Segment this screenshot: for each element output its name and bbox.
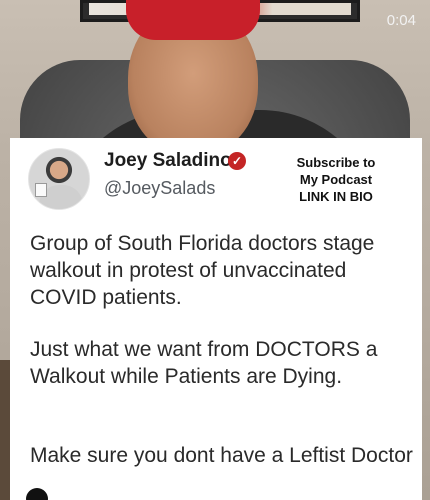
avatar[interactable] [28, 148, 90, 210]
tweet-card: Joey Saladino ✓ @JoeySalads Subscribe to… [10, 138, 422, 500]
verified-icon: ✓ [228, 152, 246, 170]
tweet-paragraph: Group of South Florida doctors stage wal… [30, 232, 375, 309]
promo-line-2: My Podcast [299, 172, 373, 187]
podcast-promo: Subscribe to My Podcast LINK IN BIO [280, 154, 392, 205]
author-handle[interactable]: @JoeySalads [104, 178, 215, 199]
background-edge [0, 360, 10, 500]
author-name[interactable]: Joey Saladino [104, 150, 232, 172]
video-timestamp: 0:04 [386, 12, 416, 29]
tweet-paragraph: Make sure you dont have a Leftist Doctor [30, 444, 413, 467]
avatar-mug [35, 183, 47, 197]
promo-line-3: LINK IN BIO [299, 189, 373, 204]
red-cap [126, 0, 260, 40]
tweet-paragraph: Just what we want from DOCTORS a Walkout… [30, 338, 378, 388]
promo-line-1: Subscribe to [296, 155, 376, 170]
